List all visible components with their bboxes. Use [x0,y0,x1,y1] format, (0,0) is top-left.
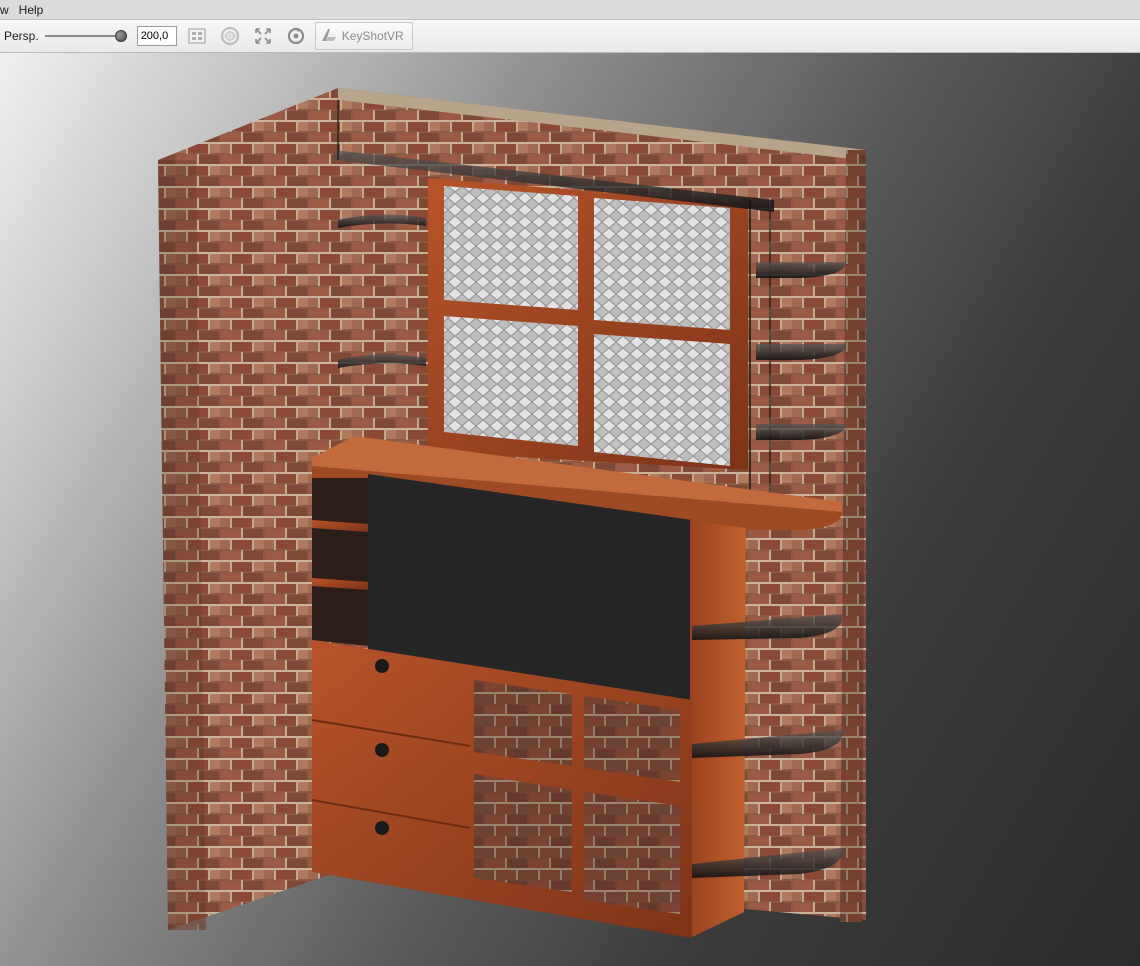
keyshotvr-button[interactable]: KeyShotVR [314,22,413,50]
render-viewport[interactable] [0,53,1140,966]
menu-bar: w Help [0,0,1140,20]
menu-item-help[interactable]: Help [14,0,49,20]
perspective-value-input[interactable] [136,26,177,46]
window-frame [428,178,748,470]
cabinet-render [158,88,866,938]
keyshotvr-icon [320,27,338,46]
render-toolbar: Persp. 200,0 KeyShotVR [0,20,1140,53]
refresh-icon[interactable] [283,24,309,48]
slider-thumb[interactable] [115,30,128,42]
expand-icon[interactable] [250,24,276,48]
target-icon[interactable] [217,24,243,48]
keyshotvr-label: KeyShotVR [341,29,404,43]
left-brick-wall [158,88,338,930]
grid-icon[interactable] [184,24,210,48]
slider-track [44,35,123,37]
perspective-label: Persp. [4,29,39,43]
menu-item-window[interactable]: w [0,0,14,20]
perspective-slider[interactable] [44,29,129,43]
